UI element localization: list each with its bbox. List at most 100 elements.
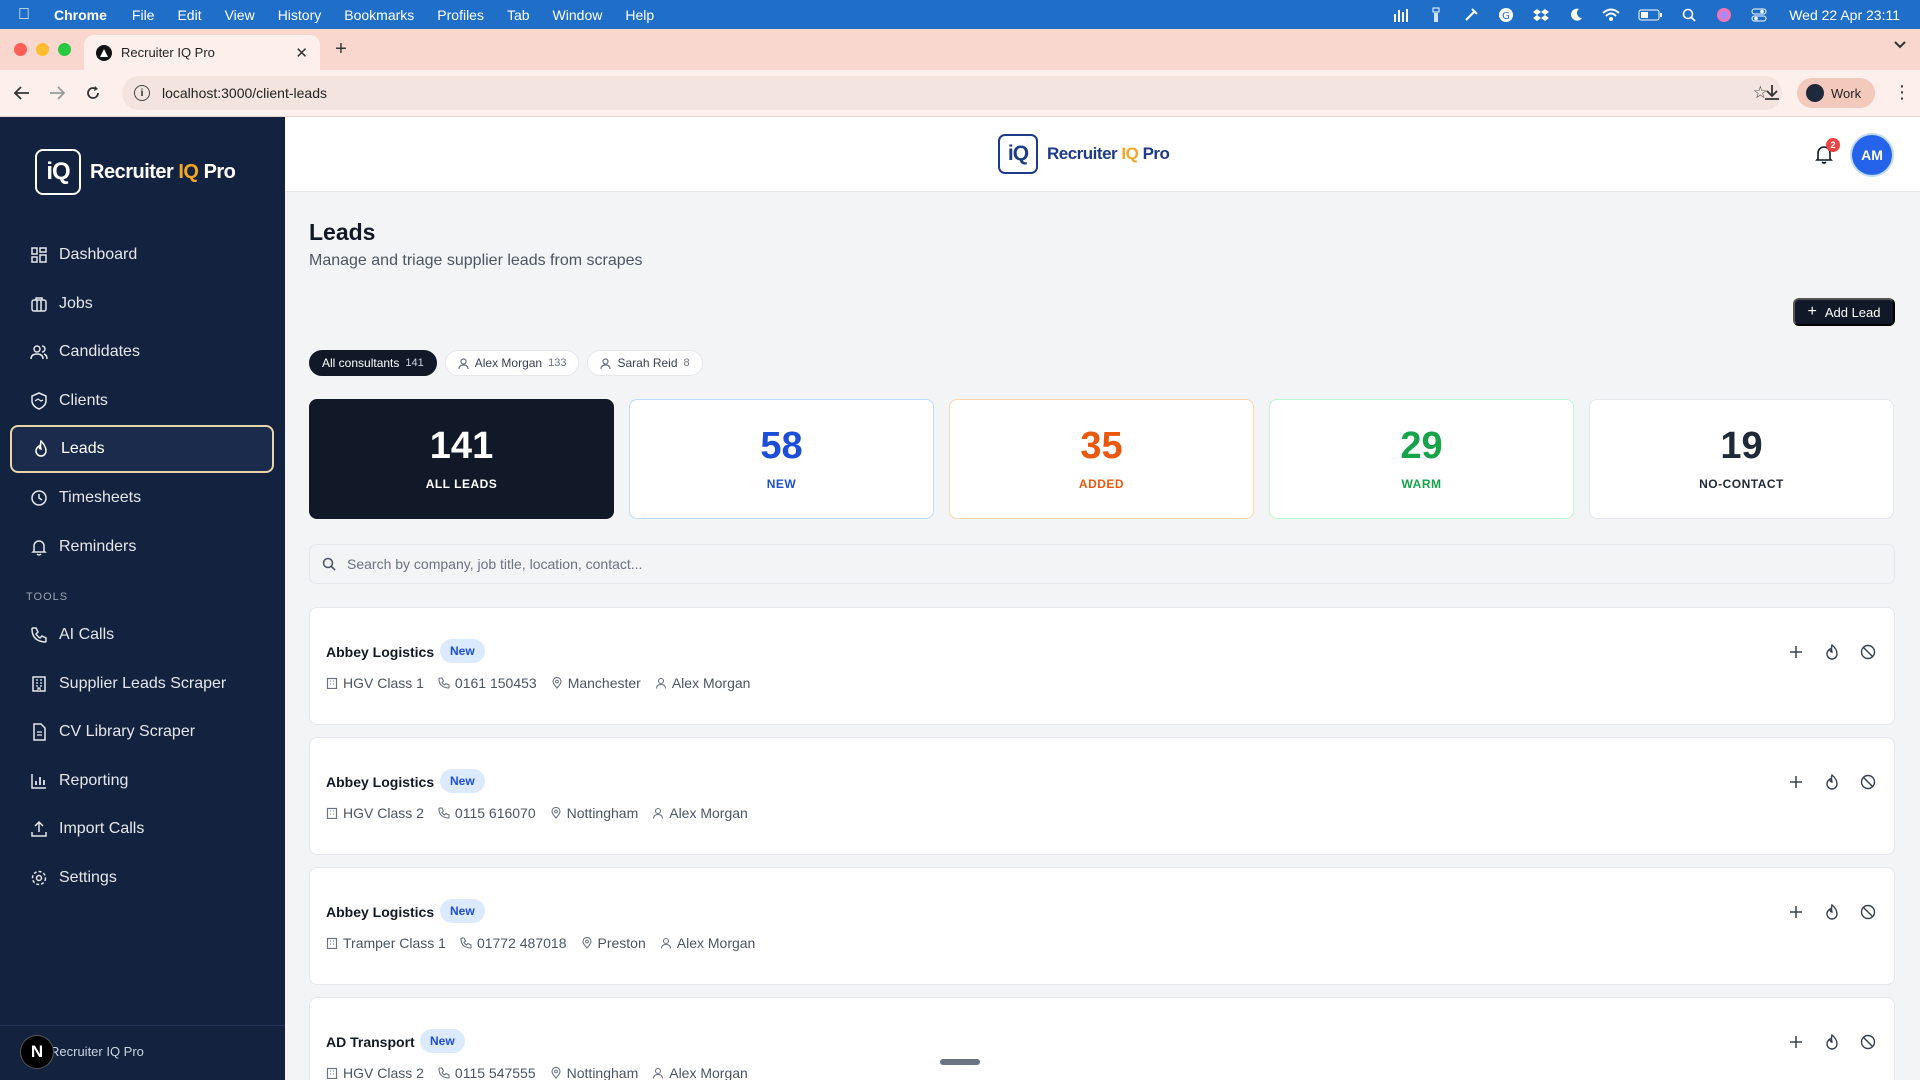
zoom-window-button[interactable] — [58, 43, 71, 56]
moon-icon[interactable] — [1567, 7, 1585, 23]
lead-company[interactable]: Abbey Logistics — [326, 644, 434, 660]
nextjs-dev-badge[interactable]: N — [20, 1035, 54, 1069]
close-window-button[interactable] — [14, 43, 27, 56]
lamp-icon[interactable] — [1427, 7, 1445, 23]
filter-count: 141 — [405, 357, 424, 369]
sidebar-logo[interactable]: iQ Recruiter IQ Pro — [35, 149, 236, 195]
sidebar-item-clients[interactable]: Clients — [10, 377, 274, 425]
sidebar-item-import-calls[interactable]: Import Calls — [10, 805, 274, 853]
add-icon[interactable] — [1788, 904, 1804, 920]
add-icon[interactable] — [1788, 774, 1804, 790]
menu-window[interactable]: Window — [553, 7, 603, 23]
clock[interactable]: Wed 22 Apr 23:11 — [1789, 7, 1900, 23]
menu-bookmarks[interactable]: Bookmarks — [344, 7, 414, 23]
lead-card[interactable]: Abbey Logistics New Tramper Class 1 0177… — [309, 867, 1895, 985]
forward-icon[interactable] — [47, 83, 67, 103]
menu-tab[interactable]: Tab — [507, 7, 530, 23]
lead-phone[interactable]: 0115 547555 — [455, 1065, 536, 1080]
wifi-icon[interactable] — [1602, 7, 1620, 23]
svg-text:G: G — [1502, 11, 1510, 22]
stat-value: 29 — [1400, 425, 1443, 467]
sidebar-item-cv-library-scraper[interactable]: CV Library Scraper — [10, 708, 274, 756]
tab-search-chevron-icon[interactable] — [1894, 41, 1906, 49]
block-icon[interactable] — [1860, 904, 1876, 920]
siri-icon[interactable] — [1715, 7, 1733, 23]
minimize-window-button[interactable] — [36, 43, 49, 56]
search-input[interactable]: Search by company, job title, location, … — [309, 544, 1895, 584]
sidebar-item-dashboard[interactable]: Dashboard — [10, 231, 274, 279]
block-icon[interactable] — [1860, 774, 1876, 790]
sidebar-item-candidates[interactable]: Candidates — [10, 328, 274, 376]
lead-company[interactable]: AD Transport — [326, 1034, 415, 1050]
lead-phone[interactable]: 0161 150453 — [455, 675, 537, 691]
menu-history[interactable]: History — [278, 7, 322, 23]
sidebar-item-supplier-leads-scraper[interactable]: Supplier Leads Scraper — [10, 660, 274, 708]
menu-help[interactable]: Help — [625, 7, 654, 23]
sidebar-item-settings[interactable]: Settings — [10, 854, 274, 902]
add-icon[interactable] — [1788, 1034, 1804, 1050]
control-center-icon[interactable] — [1750, 7, 1768, 23]
filter-alex-morgan[interactable]: Alex Morgan 133 — [444, 350, 580, 376]
tab-close-icon[interactable]: ✕ — [295, 44, 308, 62]
lead-card[interactable]: AD Transport New HGV Class 2 0115 547555… — [309, 997, 1895, 1080]
menu-file[interactable]: File — [132, 7, 155, 23]
flame-icon[interactable] — [1824, 904, 1840, 920]
battery-icon[interactable] — [1637, 7, 1663, 23]
sidebar-item-jobs[interactable]: Jobs — [10, 280, 274, 328]
sidebar-item-leads[interactable]: Leads — [10, 425, 274, 474]
reload-icon[interactable] — [83, 83, 103, 103]
add-icon[interactable] — [1788, 644, 1804, 660]
url-text[interactable]: localhost:3000/client-leads — [162, 85, 327, 101]
activity-monitor-icon[interactable] — [1392, 7, 1410, 23]
lead-card[interactable]: Abbey Logistics New HGV Class 2 0115 616… — [309, 737, 1895, 855]
sidebar-item-reporting[interactable]: Reporting — [10, 757, 274, 805]
filter-sarah-reid[interactable]: Sarah Reid 8 — [587, 350, 703, 376]
stat-card-all-leads[interactable]: 141 ALL LEADS — [309, 399, 614, 519]
user-avatar[interactable]: AM — [1852, 135, 1892, 175]
filter-all-consultants[interactable]: All consultants 141 — [309, 350, 437, 376]
lead-phone[interactable]: 0115 616070 — [455, 805, 536, 821]
browser-tab[interactable]: Recruiter IQ Pro ✕ — [84, 35, 320, 70]
flame-icon[interactable] — [1824, 774, 1840, 790]
stat-card-warm[interactable]: 29 WARM — [1269, 399, 1574, 519]
building-icon — [29, 674, 49, 694]
stat-card-no-contact[interactable]: 19 NO-CONTACT — [1589, 399, 1894, 519]
apple-icon[interactable]:  — [18, 6, 38, 24]
lead-actions — [1788, 644, 1876, 660]
menu-profiles[interactable]: Profiles — [437, 7, 484, 23]
new-tab-icon[interactable]: + — [330, 38, 352, 61]
lead-company[interactable]: Abbey Logistics — [326, 774, 434, 790]
sidebar-item-reminders[interactable]: Reminders — [10, 523, 274, 571]
lead-actions — [1788, 774, 1876, 790]
plus-icon: + — [1807, 303, 1817, 320]
block-icon[interactable] — [1860, 644, 1876, 660]
scroll-handle[interactable] — [940, 1059, 980, 1065]
stat-card-new[interactable]: 58 NEW — [629, 399, 934, 519]
block-icon[interactable] — [1860, 1034, 1876, 1050]
menu-view[interactable]: View — [225, 7, 255, 23]
more-menu-icon[interactable]: ⋮ — [1893, 82, 1911, 103]
dropbox-icon[interactable] — [1532, 7, 1550, 23]
flame-icon[interactable] — [1824, 1034, 1840, 1050]
spotlight-icon[interactable] — [1680, 7, 1698, 23]
header-logo[interactable]: iQ Recruiter IQ Pro — [998, 134, 1170, 174]
lead-meta: HGV Class 2 0115 616070 Nottingham Alex … — [326, 805, 748, 821]
add-lead-button[interactable]: + Add Lead — [1793, 298, 1895, 326]
site-info-icon[interactable]: i — [134, 85, 150, 101]
browser-tabstrip: Recruiter IQ Pro ✕ + — [0, 29, 1920, 70]
lead-company[interactable]: Abbey Logistics — [326, 904, 434, 920]
stat-card-added[interactable]: 35 ADDED — [949, 399, 1254, 519]
lead-card[interactable]: Abbey Logistics New HGV Class 1 0161 150… — [309, 607, 1895, 725]
back-icon[interactable] — [12, 83, 32, 103]
tool-icon[interactable] — [1462, 7, 1480, 23]
flame-icon[interactable] — [1824, 644, 1840, 660]
menu-app-chrome[interactable]: Chrome — [54, 7, 107, 23]
menu-edit[interactable]: Edit — [177, 7, 201, 23]
download-icon[interactable] — [1763, 83, 1781, 101]
profile-chip[interactable]: Work — [1797, 78, 1875, 108]
lead-phone[interactable]: 01772 487018 — [477, 935, 567, 951]
sidebar-item-ai-calls[interactable]: AI Calls — [10, 611, 274, 659]
sidebar-item-timesheets[interactable]: Timesheets — [10, 474, 274, 522]
grammarly-icon[interactable]: G — [1497, 7, 1515, 23]
address-bar[interactable]: i localhost:3000/client-leads ☆ — [122, 76, 1782, 110]
